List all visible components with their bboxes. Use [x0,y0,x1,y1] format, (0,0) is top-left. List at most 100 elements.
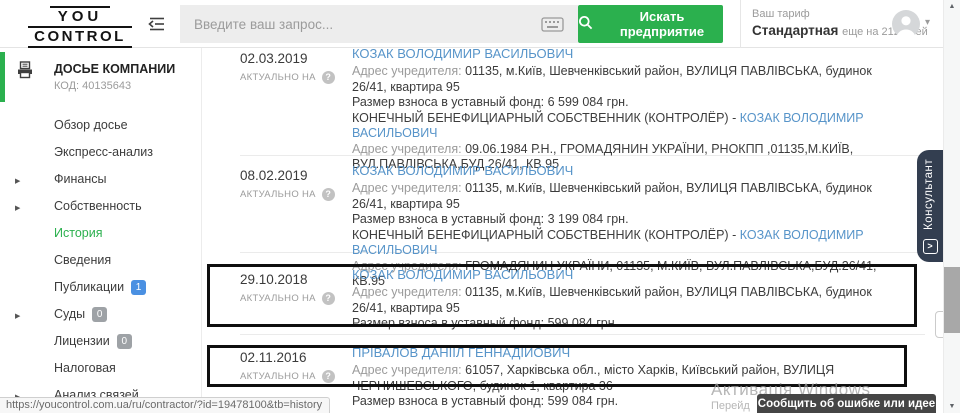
history-entry: 29.10.2018АКТУАЛЬНО НА?КОЗАК ВОЛОДИМИР В… [202,267,943,332]
entry-separator [240,334,925,335]
expand-caret-icon[interactable]: ▶ [15,174,20,190]
scrollbar-thumb[interactable] [944,267,960,333]
entry-body: КОЗАК ВОЛОДИМИР ВАСИЛЬОВИЧ Адрес учредите… [352,48,897,173]
scroll-up-icon[interactable]: ▲ [944,3,960,10]
consultant-tab-label: Консультант [923,150,937,239]
scroll-down-icon[interactable]: ▼ [944,403,960,410]
search-input[interactable] [180,5,578,43]
entry-body: КОЗАК ВОЛОДИМИР ВАСИЛЬОВИЧ Адрес учредите… [352,267,897,332]
sidebar-item-label: Обзор досье [54,118,128,132]
sidebar-menu: Обзор досье Экспресс-анализ ▶ Финансы ▶ Собст… [0,117,201,413]
field-value: Размер взноса в уставный фонд: 599 084 г… [352,316,618,330]
sidebar-item-5[interactable]: Сведения [0,252,201,279]
entry-line: Размер взноса в уставный фонд: 599 084 г… [352,316,897,332]
sidebar-item-7[interactable]: ▶Суды0 [0,306,201,333]
sidebar-item-label: Публикации [54,280,124,294]
actual-on-label: АКТУАЛЬНО НА? [240,71,352,84]
sidebar-item-1[interactable]: Экспресс-анализ [0,144,201,171]
windows-activation-watermark-line2: Перейд [711,400,750,412]
entry-person-link[interactable]: КОЗАК ВОЛОДИМИР ВАСИЛЬОВИЧ [352,48,897,62]
history-entry: 02.03.2019АКТУАЛЬНО НА?КОЗАК ВОЛОДИМИР В… [202,48,943,173]
help-icon[interactable]: ? [322,188,335,201]
count-badge: 0 [92,307,107,322]
actual-on-text: АКТУАЛЬНО НА [240,293,316,304]
field-label: Адрес учредителя: [352,285,465,299]
sidebar-item-label: Финансы [54,172,106,186]
sidebar-item-label: История [54,226,102,240]
expand-caret-icon[interactable]: ▶ [15,201,20,217]
entry-line: КОНЕЧНЫЙ БЕНЕФИЦИАРНЫЙ СОБСТВЕННИК (КОНТ… [352,228,897,259]
actual-on-text: АКТУАЛЬНО НА [240,371,316,382]
keyboard-icon[interactable] [541,17,564,37]
field-value: Размер взноса в уставный фонд: 3 199 084… [352,212,629,226]
entry-person-link[interactable]: КОЗАК ВОЛОДИМИР ВАСИЛЬОВИЧ [352,163,897,179]
actual-on-text: АКТУАЛЬНО НА [240,72,316,83]
entry-person-link[interactable]: КОЗАК ВОЛОДИМИР ВАСИЛЬОВИЧ [352,267,897,283]
collapse-sidebar-icon[interactable] [147,16,167,32]
expand-caret-icon[interactable]: ▶ [15,309,20,325]
feedback-button[interactable]: Сообщить об ошибке или идее [757,394,936,413]
search-icon [578,15,593,33]
active-section-indicator [0,52,5,102]
field-label: Адрес учредителя: [352,64,465,78]
logo-line-control: CONTROL [28,26,132,48]
field-value: Размер взноса в уставный фонд: 6 599 084… [352,95,629,109]
sidebar-item-4[interactable]: История [0,225,201,252]
entry-line: Размер взноса в уставный фонд: 6 599 084… [352,95,897,111]
sidebar-item-label: Налоговая [54,361,116,375]
sidebar-item-label: Лицензии [54,334,110,348]
entry-date: 02.03.2019 [240,48,352,66]
sidebar-item-label: Экспресс-анализ [54,145,153,159]
entry-line: Размер взноса в уставный фонд: 3 199 084… [352,212,897,228]
header-divider [740,0,741,48]
help-icon[interactable]: ? [322,71,335,84]
sidebar-item-0[interactable]: Обзор досье [0,117,201,144]
sidebar-item-label: Собственность [54,199,142,213]
entry-date: 29.10.2018 [240,267,352,287]
top-bar: YOU CONTROL [0,0,960,48]
field-value: КОНЕЧНЫЙ БЕНЕФИЦИАРНЫЙ СОБСТВЕННИК (КОНТ… [352,228,740,242]
dossier-section-title[interactable]: ДОСЬЕ КОМПАНИИ [54,62,175,76]
count-badge: 0 [117,334,132,349]
sidebar-item-label: Сведения [54,253,111,267]
sidebar-item-9[interactable]: Налоговая [0,360,201,387]
history-content: 02.03.2019АКТУАЛЬНО НА?КОЗАК ВОЛОДИМИР В… [202,48,943,413]
sidebar: ДОСЬЕ КОМПАНИИ КОД: 40135643 Обзор досье… [0,48,202,413]
sidebar-item-8[interactable]: Лицензии 0 [0,333,201,360]
sidebar-item-3[interactable]: ▶ Собственность [0,198,201,225]
actual-on-label: АКТУАЛЬНО НА? [240,370,352,383]
chevron-down-icon[interactable]: ▾ [925,17,930,28]
help-icon[interactable]: ? [322,292,335,305]
field-label: Адрес учредителя: [352,363,465,377]
entry-line: КОНЕЧНЫЙ БЕНЕФИЦИАРНЫЙ СОБСТВЕННИК (КОНТ… [352,111,897,142]
field-value: Размер взноса в уставный фонд: 599 084 г… [352,394,618,408]
entry-person-link[interactable]: ПРІВАЛОВ ДАНІЇЛ ГЕННАДІЙОВИЧ [352,345,897,361]
status-url: https://youcontrol.com.ua/ru/contractor/… [0,397,330,413]
entry-line: Адрес учредителя: 01135, м.Київ, Шевченк… [352,285,897,316]
search-button-label: Искать предприятие [601,9,723,39]
scrollbar[interactable]: ▲ ▼ [943,0,960,413]
logo-line-you: YOU [50,6,111,25]
user-avatar[interactable] [892,10,920,38]
youcontrol-logo[interactable]: YOU CONTROL [28,6,132,48]
help-icon[interactable]: ? [322,370,335,383]
actual-on-label: АКТУАЛЬНО НА? [240,188,352,201]
actual-on-text: АКТУАЛЬНО НА [240,189,316,200]
field-label: Адрес учредителя: [352,181,465,195]
company-code: КОД: 40135643 [54,80,131,92]
sidebar-item-2[interactable]: ▶ Финансы [0,171,201,198]
search-company-button[interactable]: Искать предприятие [578,5,723,43]
actual-on-label: АКТУАЛЬНО НА? [240,292,352,305]
entry-date: 08.02.2019 [240,163,352,183]
entry-date-column: 02.03.2019 АКТУАЛЬНО НА? [202,48,352,173]
entry-line: Адрес учредителя: 01135, м.Київ, Шевченк… [352,181,897,212]
sidebar-item-6[interactable]: Публикации 1 [0,279,201,306]
dossier-icon [16,61,34,84]
entry-date: 02.11.2016 [240,345,352,365]
entry-date-column: 29.10.2018 АКТУАЛЬНО НА? [202,267,352,332]
youcontrol-app: YOU CONTROL [0,0,960,413]
field-label: Адрес учредителя: [352,142,465,156]
count-badge: 1 [131,280,146,295]
entry-line: Адрес учредителя: 01135, м.Київ, Шевченк… [352,64,897,95]
consultant-tab[interactable]: Консультант > [917,150,943,262]
